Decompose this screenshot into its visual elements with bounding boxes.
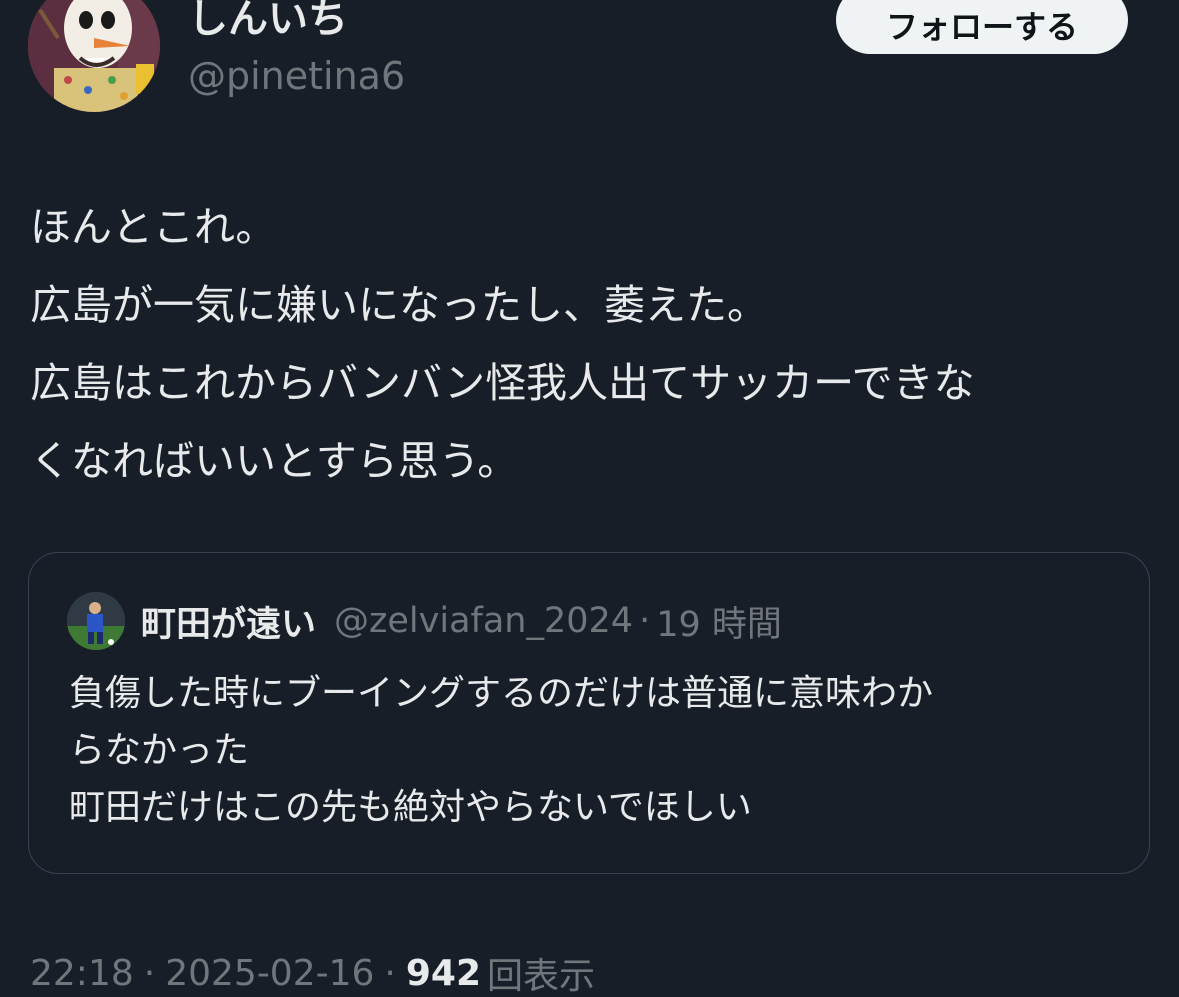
author-avatar-image [28,0,160,112]
quoted-author-display-name[interactable]: 町田が遠い [141,596,316,647]
tweet-page: しんいち @pinetina6 フォローする ほんとこれ。 広島が一気に嫌いにな… [0,0,1179,997]
author-handle[interactable]: @pinetina6 [188,52,405,100]
author-display-name[interactable]: しんいち [188,0,348,44]
tweet-text-line: ほんとこれ。 [30,203,277,251]
quoted-tweet-text-line: 負傷した時にブーイングするのだけは普通に意味わか [69,673,934,714]
tweet-text: ほんとこれ。 広島が一気に嫌いになったし、萎えた。 広島はこれからバンバン怪我人… [30,188,1150,500]
tweet-text-line: 広島が一気に嫌いになったし、萎えた。 [30,281,768,329]
views-label: 回表示 [487,956,596,997]
quoted-author-avatar-image [67,592,125,650]
separator-dot: · [384,952,396,994]
quoted-author-avatar[interactable] [67,592,125,650]
tweet-date[interactable]: 2025-02-16 [165,953,374,994]
follow-button[interactable]: フォローする [836,0,1128,54]
quoted-tweet-header: 町田が遠い @zelviafan_2024 · 19 時間 [67,591,782,651]
tweet-text-line: くなればいいとすら思う。 [30,437,519,485]
quoted-tweet-text: 負傷した時にブーイングするのだけは普通に意味わか らなかった 町田だけはこの先も… [69,665,1109,836]
quoted-tweet-text-line: らなかった [69,730,250,771]
views-count: 942 [405,952,482,994]
tweet-text-line: 広島はこれからバンバン怪我人出てサッカーできな [30,359,975,407]
quoted-tweet-card[interactable]: 町田が遠い @zelviafan_2024 · 19 時間 負傷した時にブーイン… [28,552,1150,874]
separator-dot: · [639,601,651,641]
author-avatar[interactable] [28,0,160,112]
quoted-tweet-time[interactable]: 19 時間 [656,596,782,647]
tweet-time[interactable]: 22:18 [30,953,134,994]
quoted-author-handle[interactable]: @zelviafan_2024 [334,601,633,641]
separator-dot: · [143,952,156,994]
tweet-meta: 22:18 · 2025-02-16 · 942 回表示 [30,948,595,997]
quoted-tweet-text-line: 町田だけはこの先も絶対やらないでほしい [69,787,752,828]
